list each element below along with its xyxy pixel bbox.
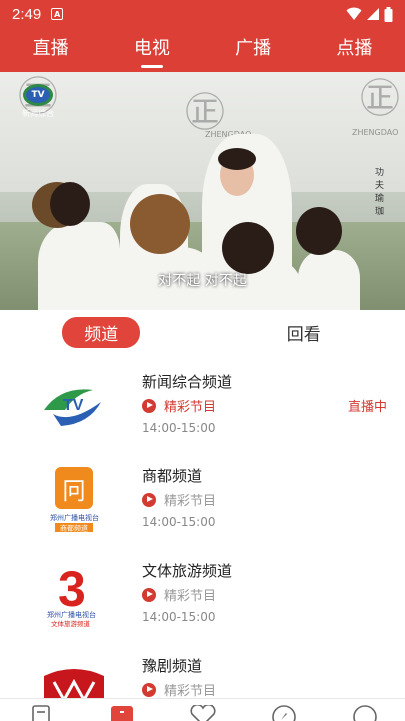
channel-program: 精彩节目 [142, 396, 216, 415]
channel-name: 商都频道 [142, 465, 202, 486]
channel-program-name: 精彩节目 [164, 490, 216, 509]
figure-hair [222, 222, 274, 274]
play-icon [142, 493, 156, 507]
channel-program: 精彩节目 [142, 585, 216, 604]
svg-text:3: 3 [58, 562, 86, 617]
svg-text:冋: 冋 [62, 477, 86, 505]
channel-item[interactable]: 冋 郑州广播电视台 商都频道 商都频道 精彩节目 14:00-15:00 [0, 462, 405, 557]
channel-item[interactable]: 3 郑州广播电视台 文体旅游频道 文体旅游频道 精彩节目 14:00-15:00 [0, 557, 405, 652]
tab-playback-label: 回看 [265, 317, 343, 348]
channel-time: 14:00-15:00 [142, 515, 216, 529]
yuju-logo-icon [36, 658, 112, 698]
figure-hair [50, 182, 90, 226]
channel-name: 豫剧频道 [142, 655, 202, 676]
play-icon [142, 683, 156, 697]
seal-mark: ㊣ [360, 72, 400, 124]
battery-icon [384, 7, 393, 22]
tv-logo-icon: TV [36, 368, 112, 444]
channel-watermark: TV 新闻综合 [22, 84, 54, 119]
signal-icon [366, 7, 380, 21]
tab-channels[interactable]: 频道 [0, 317, 203, 348]
svg-text:郑州广播电视台: 郑州广播电视台 [50, 513, 99, 522]
channel-time: 14:00-15:00 [142, 610, 216, 624]
nav-profile[interactable] [324, 699, 405, 720]
channel-item[interactable]: TV 新闻综合频道 精彩节目 14:00-15:00 直播中 [0, 368, 405, 463]
nav-news[interactable] [0, 699, 81, 720]
nav-tv[interactable] [81, 699, 162, 720]
channel-program: 精彩节目 [142, 490, 216, 509]
status-icons [346, 7, 393, 22]
tab-live[interactable]: 直播 [0, 28, 101, 72]
heart-icon [190, 705, 216, 721]
channel-name: 新闻综合频道 [142, 371, 232, 392]
tab-channels-label: 频道 [62, 317, 140, 348]
shangdu-logo-icon: 冋 郑州广播电视台 商都频道 [36, 462, 112, 538]
channel-time: 14:00-15:00 [142, 421, 216, 435]
tv-icon [111, 705, 133, 721]
top-nav: 直播 电视 广播 点播 [0, 28, 405, 72]
status-time: 2:49 [12, 6, 41, 23]
channel-program-name: 精彩节目 [164, 396, 216, 415]
play-icon [142, 399, 156, 413]
figure-hair [218, 148, 256, 170]
live-status-badge: 直播中 [348, 396, 387, 415]
tab-radio[interactable]: 广播 [203, 28, 304, 72]
bottom-nav [0, 698, 405, 720]
watermark-text: ZHENGDAO [352, 128, 398, 137]
svg-text:TV: TV [63, 397, 84, 414]
channel-item[interactable]: 豫剧频道 精彩节目 [0, 652, 405, 698]
figure-hair [296, 207, 342, 255]
figure-hair [130, 194, 190, 254]
svg-text:郑州广播电视台: 郑州广播电视台 [47, 610, 96, 619]
channel-watermark-text: 新闻综合 [22, 108, 54, 119]
tv-logo-icon: TV [23, 84, 53, 106]
nav-discover[interactable] [243, 699, 324, 720]
channel-program-name: 精彩节目 [164, 680, 216, 698]
channel-program: 精彩节目 [142, 680, 216, 698]
svg-text:文体旅游频道: 文体旅游频道 [51, 619, 91, 628]
wifi-icon [346, 7, 362, 21]
channel-name: 文体旅游频道 [142, 560, 232, 581]
profile-icon [353, 705, 377, 721]
news-icon [32, 705, 50, 721]
channel-program-name: 精彩节目 [164, 585, 216, 604]
video-subtitle: 对不起 对不起 [0, 270, 405, 290]
program-side-text: 功夫瑜珈 [375, 167, 387, 219]
compass-icon [272, 705, 296, 721]
play-icon [142, 588, 156, 602]
tab-tv[interactable]: 电视 [101, 28, 202, 72]
svg-text:商都频道: 商都频道 [60, 524, 88, 533]
wenti-logo-icon: 3 郑州广播电视台 文体旅游频道 [36, 557, 112, 633]
sub-tabs: 频道 回看 [0, 311, 405, 353]
tab-vod[interactable]: 点播 [304, 28, 405, 72]
notification-icon: A [51, 8, 63, 20]
video-player[interactable]: ㊣ ㊣ ㊣ ZHENGDAO ZHENGDAO TV 新闻综合 功夫瑜珈 对不起… [0, 72, 405, 310]
tab-playback[interactable]: 回看 [203, 317, 405, 348]
status-bar: 2:49 A [0, 0, 405, 28]
nav-favorites[interactable] [162, 699, 243, 720]
